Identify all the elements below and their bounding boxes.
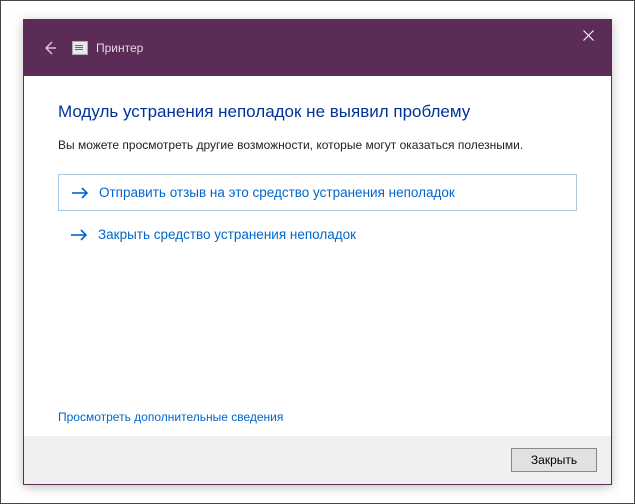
footer: Закрыть [24, 436, 611, 484]
arrow-right-icon [71, 186, 89, 200]
arrow-right-icon [70, 228, 88, 242]
content-area: Модуль устранения неполадок не выявил пр… [24, 76, 611, 436]
outer-frame: Принтер Модуль устранения неполадок не в… [0, 0, 635, 504]
page-heading: Модуль устранения неполадок не выявил пр… [58, 102, 577, 122]
option-label: Отправить отзыв на это средство устранен… [99, 185, 455, 200]
back-button[interactable] [38, 36, 62, 60]
titlebar: Принтер [24, 20, 611, 76]
window-title: Принтер [96, 41, 143, 55]
troubleshooter-window: Принтер Модуль устранения неполадок не в… [23, 19, 612, 485]
option-close-troubleshooter[interactable]: Закрыть средство устранения неполадок [58, 225, 577, 244]
view-more-info-link[interactable]: Просмотреть дополнительные сведения [58, 410, 283, 424]
option-send-feedback[interactable]: Отправить отзыв на это средство устранен… [58, 174, 577, 211]
printer-icon [72, 41, 88, 55]
back-arrow-icon [41, 39, 59, 57]
window-close-button[interactable] [565, 20, 611, 50]
page-subtext: Вы можете просмотреть другие возможности… [58, 138, 577, 152]
close-icon [583, 30, 594, 41]
option-label: Закрыть средство устранения неполадок [98, 227, 356, 242]
close-button[interactable]: Закрыть [511, 448, 597, 472]
